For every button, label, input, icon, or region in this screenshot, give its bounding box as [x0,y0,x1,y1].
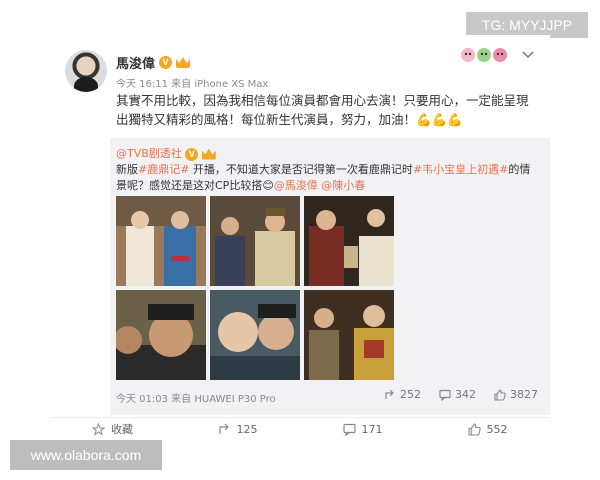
crown-icon [176,57,191,68]
repost-author[interactable]: @TVB剧透社 [116,147,182,160]
repost-text-part2: 开播，不知道大家是否记得第一次看鹿鼎记时 [189,163,413,176]
thumbs-up-icon [467,422,481,436]
comment-button[interactable]: 171 [300,421,425,437]
thumbs-up-icon [494,388,506,401]
repost-share-count: 252 [400,388,421,401]
repost-meta: 今天 01:03 来自 HUAWEI P30 Pro [116,394,276,405]
author-row: 馬浚偉 V [116,53,191,72]
share-icon [384,389,396,401]
more-options-dropdown[interactable] [522,51,534,59]
sticker-icon [461,48,507,62]
comment-icon [439,389,451,401]
comment-count: 171 [361,422,383,436]
post-meta: 今天 16:11 来自 iPhone XS Max [116,79,269,90]
watermark-bottom: www.olabora.com [10,440,162,470]
photo-2[interactable] [210,196,300,286]
collect-label: 收藏 [111,423,133,436]
smile-emoji: 😊 [262,179,274,192]
repost-text-part1: 新版 [116,163,138,176]
photo-5[interactable] [210,290,300,380]
photo-3[interactable] [304,196,394,286]
weibo-post-card: 馬浚偉 V 今天 16:11 来自 iPhone XS Max 其實不用比較，因… [50,35,550,445]
repost-action-bar: 252 342 3827 [384,388,538,401]
repost-share-button[interactable]: 252 [384,388,421,401]
repost-comment-count: 342 [455,388,476,401]
share-icon [218,423,231,436]
repost-like-count: 3827 [510,388,538,401]
comment-icon [342,423,356,436]
divider [50,417,550,418]
repost-text: @TVB剧透社 V 新版#鹿鼎记# 开播，不知道大家是否记得第一次看鹿鼎记时#韦… [116,146,536,194]
reposted-content[interactable]: @TVB剧透社 V 新版#鹿鼎记# 开播，不知道大家是否记得第一次看鹿鼎记时#韦… [110,138,550,415]
photo-4[interactable] [116,290,206,380]
verified-badge-icon: V [159,56,173,69]
share-count: 125 [236,422,258,436]
post-text: 其實不用比較，因為我相信每位演員都會用心去演！只要用心，一定能呈現出獨特又精彩的… [116,91,536,129]
post-action-bar: 收藏 125 171 552 [50,421,550,437]
like-count: 552 [486,422,508,436]
topic-link-1[interactable]: #鹿鼎记# [138,163,189,176]
like-button[interactable]: 552 [425,421,550,437]
share-button[interactable]: 125 [175,421,300,437]
post-body: 其實不用比較，因為我相信每位演員都會用心去演！只要用心，一定能呈現出獨特又精彩的… [116,93,529,127]
collect-button[interactable]: 收藏 [50,421,175,437]
repost-crown-icon [201,148,216,160]
topic-link-2[interactable]: #韦小宝皇上初遇# [413,163,508,176]
mention-2[interactable]: @陳小春 [321,179,365,192]
repost-verified-badge-icon: V [185,147,199,161]
author-name[interactable]: 馬浚偉 [116,53,155,72]
photo-6[interactable] [304,290,394,380]
chevron-down-icon [522,51,534,59]
avatar[interactable] [65,50,107,92]
star-icon [92,422,105,436]
photo-1[interactable] [116,196,206,286]
muscle-emoji: 💪💪💪 [416,112,463,127]
repost-comment-button[interactable]: 342 [439,388,476,401]
repost-like-button[interactable]: 3827 [494,388,538,401]
mention-1[interactable]: @馬浚偉 [274,179,318,192]
